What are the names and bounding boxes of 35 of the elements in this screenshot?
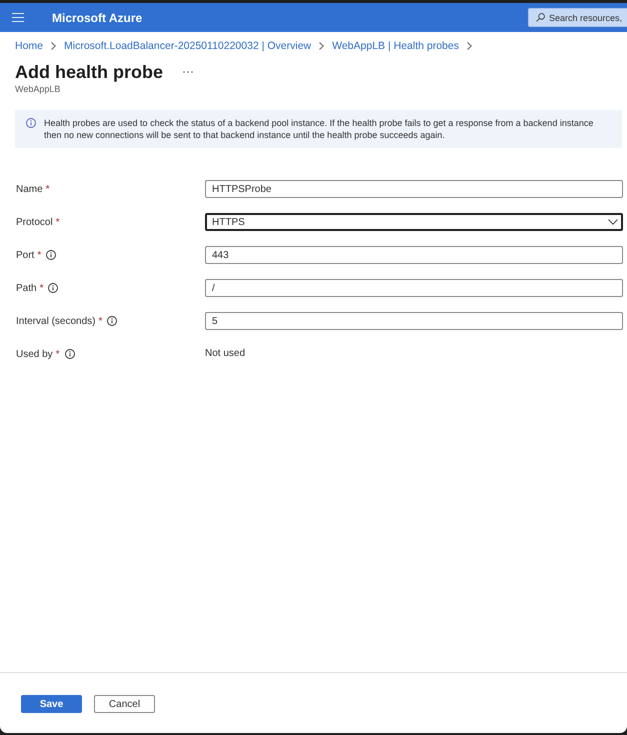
required-mark: * (56, 216, 60, 228)
required-mark: * (46, 184, 50, 194)
breadcrumb-link[interactable]: Home (15, 39, 44, 53)
search-field[interactable]: Search resources, (528, 8, 627, 27)
field-value: Not used (205, 347, 246, 361)
chevron-down-icon (608, 219, 618, 225)
text-field[interactable]: 443 (205, 246, 623, 264)
page-subtitle: WebAppLB (15, 84, 60, 95)
required-mark: * (40, 282, 44, 294)
field-label: Used by (16, 348, 53, 360)
search-icon (536, 13, 545, 22)
text-field[interactable]: / (205, 279, 623, 297)
info-icon (26, 118, 36, 128)
field-label: Protocol (16, 216, 53, 228)
menu-icon[interactable] (12, 13, 24, 22)
breadcrumb-link[interactable]: WebAppLB | Health probes (332, 39, 459, 53)
breadcrumb-link[interactable]: Microsoft.LoadBalancer-20250110220032 | Overview (64, 39, 312, 53)
chevron-right-icon (319, 42, 324, 50)
info-text: Health probes are used to check the status of a backend pool instance. If the health probe fails to get a response from a backend instance then no new connections will be sent to that backend instance until the health probe succeeds again. (44, 117, 594, 141)
required-mark: * (37, 250, 42, 260)
save-button[interactable]: Save (21, 695, 82, 713)
field-label: Path (16, 282, 37, 294)
required-mark: * (56, 348, 60, 360)
chevron-right-icon (51, 42, 56, 50)
required-mark: * (98, 316, 102, 326)
app-title: Microsoft Azure (52, 10, 142, 24)
page-title: Add health probe (15, 61, 163, 83)
text-field[interactable]: 5 (205, 312, 623, 330)
field-label: Port (16, 250, 34, 260)
field-label: Interval (seconds) (16, 316, 96, 326)
dropdown-field[interactable]: HTTPS (205, 213, 623, 231)
field-label: Name (16, 184, 43, 194)
chevron-right-icon (467, 42, 472, 50)
text-field[interactable]: HTTPSProbe (205, 180, 623, 198)
cancel-button[interactable]: Cancel (94, 695, 155, 713)
